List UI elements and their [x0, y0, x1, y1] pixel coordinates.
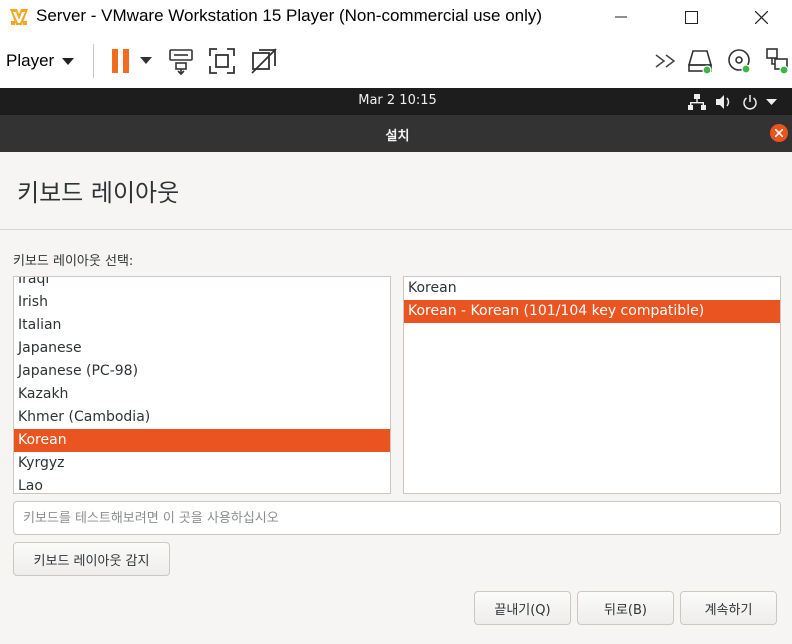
list-item[interactable]: Italian [14, 314, 390, 337]
player-menu-label: Player [6, 51, 55, 70]
close-icon [775, 129, 783, 137]
network-wired-icon [688, 93, 706, 110]
fit-guest-icon [209, 48, 235, 74]
installer-title: 설치 [385, 129, 410, 144]
installer-header: 설치 [0, 115, 792, 152]
player-menu-button[interactable]: Player [6, 46, 75, 76]
unity-icon [251, 48, 277, 74]
minimize-icon [615, 16, 627, 18]
hard-disk-icon [687, 50, 713, 75]
send-ctrl-alt-del-icon [169, 49, 193, 75]
layout-select-label: 키보드 레이아웃 선택: [13, 254, 134, 269]
list-item[interactable]: Korean [404, 277, 780, 300]
keyboard-variant-list[interactable]: Korean Korean - Korean (101/104 key comp… [403, 276, 781, 494]
minimize-button[interactable] [598, 0, 644, 34]
list-item-selected[interactable]: Korean [14, 429, 390, 452]
quit-button[interactable]: 끝내기(Q) [474, 591, 571, 625]
cd-dvd-icon [728, 49, 751, 74]
list-item[interactable]: Lao [14, 475, 390, 493]
page-title: 키보드 레이아웃 [17, 179, 180, 207]
pause-icon [112, 49, 129, 73]
window-title-bar: Server - VMware Workstation 15 Player (N… [0, 0, 792, 34]
close-button[interactable] [738, 0, 784, 34]
dropdown-arrow-icon [140, 57, 152, 64]
list-item[interactable]: Kazakh [14, 383, 390, 406]
list-item[interactable]: Kyrgyz [14, 452, 390, 475]
close-icon [754, 10, 768, 24]
toolbar-divider [93, 44, 94, 78]
maximize-icon [684, 10, 698, 24]
continue-button[interactable]: 계속하기 [680, 591, 777, 625]
network-adapter-icon [766, 48, 789, 75]
send-ctrl-alt-del-button[interactable] [166, 46, 196, 76]
list-item[interactable]: Khmer (Cambodia) [14, 406, 390, 429]
installer-close-button[interactable] [770, 124, 788, 142]
clock[interactable]: Mar 2 10:15 [0, 93, 792, 108]
vmware-logo-icon [10, 9, 28, 25]
keyboard-test-input[interactable] [13, 501, 781, 535]
more-icon [655, 54, 676, 68]
power-options-dropdown[interactable] [134, 46, 158, 76]
player-toolbar: Player [0, 34, 792, 88]
ubuntu-top-bar: Mar 2 10:15 [0, 88, 792, 115]
chevron-down-icon [62, 57, 75, 65]
pause-button[interactable] [106, 46, 136, 76]
fit-guest-button[interactable] [207, 46, 237, 76]
back-button[interactable]: 뒤로(B) [577, 591, 674, 625]
list-item-selected[interactable]: Korean - Korean (101/104 key compatible) [404, 300, 780, 323]
volume-icon [716, 94, 730, 109]
more-toolbar-button[interactable] [652, 46, 682, 76]
hard-disk-device-button[interactable] [686, 46, 716, 76]
list-item[interactable]: Japanese [14, 337, 390, 360]
detect-layout-button[interactable]: 키보드 레이아웃 감지 [13, 542, 170, 576]
unity-button[interactable] [249, 46, 279, 76]
system-tray[interactable] [688, 92, 778, 111]
list-item[interactable]: Iraqi [14, 277, 390, 291]
chevron-down-icon [766, 98, 777, 105]
power-icon [743, 94, 757, 110]
heading-divider [0, 229, 792, 230]
window-title: Server - VMware Workstation 15 Player (N… [36, 6, 543, 25]
maximize-button[interactable] [668, 0, 714, 34]
network-adapter-device-button[interactable] [762, 46, 792, 76]
keyboard-layout-list[interactable]: Iraqi Irish Italian Japanese Japanese (P… [13, 276, 391, 494]
list-item[interactable]: Japanese (PC-98) [14, 360, 390, 383]
list-item[interactable]: Irish [14, 291, 390, 314]
cd-dvd-device-button[interactable] [725, 46, 755, 76]
